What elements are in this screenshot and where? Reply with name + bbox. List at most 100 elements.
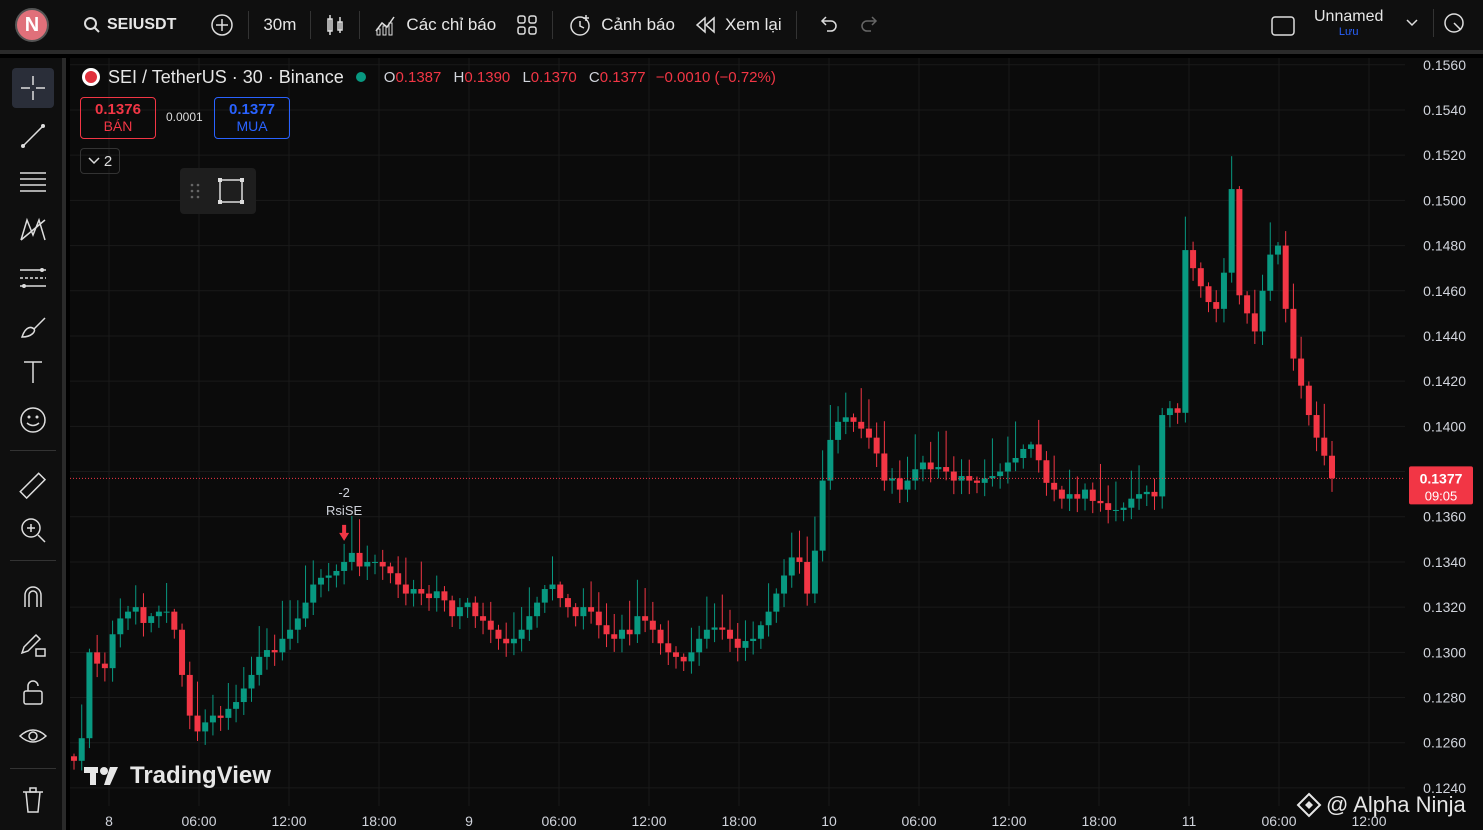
- chevron-down-icon[interactable]: [1405, 18, 1419, 28]
- undo-button[interactable]: [807, 5, 849, 45]
- alert-button[interactable]: Cảnh báo: [557, 5, 685, 45]
- magnet-tool[interactable]: [12, 576, 54, 616]
- rectangle-select-icon[interactable]: [216, 176, 246, 206]
- divider: [10, 768, 56, 769]
- lock-tool[interactable]: [12, 672, 54, 712]
- hide-tool[interactable]: [12, 716, 54, 756]
- delete-tool[interactable]: [12, 780, 54, 820]
- pattern-tool[interactable]: [12, 210, 54, 250]
- compare-symbol-button[interactable]: [200, 5, 244, 45]
- candle-body: [426, 593, 433, 599]
- open-label: O: [383, 68, 396, 86]
- candle-body: [1305, 385, 1312, 416]
- candle-body: [541, 589, 548, 603]
- replay-button[interactable]: Xem lại: [685, 5, 792, 45]
- lock-drawings-tool[interactable]: [12, 624, 54, 664]
- chart-pane[interactable]: -2 RsiSE 0.1560 0.1540 0.1520 0.1500 0.1480 0.…: [70, 58, 1483, 830]
- candle-body: [225, 708, 232, 718]
- candle-body: [881, 453, 888, 481]
- candle-body: [495, 629, 502, 639]
- fib-tool[interactable]: [12, 162, 54, 202]
- candle-body: [1051, 482, 1058, 490]
- y-tick-label: 0.1280: [1423, 690, 1466, 706]
- symbol-search-button[interactable]: SEIUSDT: [73, 5, 186, 45]
- candle-body: [1028, 444, 1035, 449]
- x-tick-label: 06:00: [901, 813, 936, 829]
- buy-label: MUA: [236, 118, 268, 134]
- forecast-tool[interactable]: [12, 258, 54, 298]
- layout-name-button[interactable]: Unnamed Lưu: [1270, 8, 1466, 38]
- candle-body: [480, 616, 487, 621]
- zoom-tool[interactable]: [12, 510, 54, 550]
- x-tick-label: 9: [465, 813, 473, 829]
- x-tick-label: 06:00: [1261, 813, 1296, 829]
- user-avatar[interactable]: N: [15, 8, 49, 42]
- emoji-tool[interactable]: [12, 400, 54, 440]
- candle-body: [997, 471, 1004, 477]
- y-tick-label: 0.1340: [1423, 554, 1466, 570]
- candle-body: [811, 550, 818, 594]
- candle-body: [1220, 272, 1227, 309]
- candle-body: [1197, 268, 1204, 287]
- chevron-down-icon: [88, 157, 100, 165]
- candle-body: [510, 638, 517, 644]
- x-tick-label: 10: [821, 813, 837, 829]
- candle-body: [1120, 507, 1127, 510]
- candle-body: [379, 561, 386, 567]
- candle-body: [1321, 437, 1328, 456]
- divider: [248, 11, 250, 39]
- buy-button[interactable]: 0.1377 MUA: [214, 97, 290, 139]
- price-chart[interactable]: -2 RsiSE 0.1560 0.1540 0.1520 0.1500 0.1480 0.…: [70, 58, 1483, 830]
- tv-logo-icon: [84, 767, 118, 785]
- divider: [795, 11, 797, 39]
- candle-body: [626, 629, 633, 635]
- candle-body: [472, 602, 479, 617]
- watermark: @ Alpha Ninja: [1296, 792, 1466, 818]
- sell-price: 0.1376: [95, 101, 141, 118]
- x-tick-label: 8: [105, 813, 113, 829]
- redo-button[interactable]: [849, 5, 891, 45]
- text-tool[interactable]: [12, 352, 54, 392]
- candle-body: [1089, 489, 1096, 501]
- drag-handle-icon[interactable]: [190, 182, 200, 200]
- x-tick-label: 06:00: [181, 813, 216, 829]
- candle-body: [217, 715, 224, 718]
- candle-body: [1012, 457, 1019, 463]
- horizontal-lines-icon: [20, 172, 46, 192]
- candle-body: [202, 722, 209, 732]
- quick-search-icon[interactable]: [1442, 11, 1466, 35]
- countdown-label: 09:05: [1425, 488, 1458, 503]
- interval-button[interactable]: 30m: [253, 5, 306, 45]
- candle-body: [117, 618, 124, 635]
- candle-body: [333, 570, 340, 576]
- indicators-icon: [375, 16, 396, 36]
- ruler-tool[interactable]: [12, 466, 54, 506]
- candle-body: [456, 607, 463, 617]
- candle-body: [873, 437, 880, 454]
- indicators-button[interactable]: Các chỉ báo: [364, 5, 506, 45]
- candle-body: [171, 611, 178, 630]
- chart-type-button[interactable]: [315, 5, 355, 45]
- layouts-button[interactable]: [506, 5, 548, 45]
- close-label: C: [588, 68, 600, 86]
- unlock-icon: [23, 680, 43, 705]
- plus-circle-icon: [211, 14, 234, 36]
- crosshair-icon: [21, 76, 45, 100]
- brush-tool[interactable]: [12, 306, 54, 346]
- candle-body: [1228, 189, 1235, 273]
- candle-body: [1313, 415, 1320, 438]
- candle-body: [387, 566, 394, 574]
- candle-body: [618, 629, 625, 639]
- candle-body: [71, 756, 77, 761]
- y-tick-label: 0.1440: [1423, 328, 1466, 344]
- save-label[interactable]: Lưu: [1314, 26, 1383, 38]
- y-tick-label: 0.1560: [1423, 58, 1466, 73]
- indicators-collapse-button[interactable]: 2: [80, 148, 120, 174]
- candle-body: [1182, 250, 1189, 413]
- binance-diamond-icon: [1296, 792, 1322, 818]
- ruler-icon: [19, 472, 47, 500]
- signal-value: -2: [338, 485, 350, 500]
- sell-button[interactable]: 0.1376 BÁN: [80, 97, 156, 139]
- crosshair-tool[interactable]: [12, 68, 54, 108]
- trend-line-tool[interactable]: [12, 116, 54, 156]
